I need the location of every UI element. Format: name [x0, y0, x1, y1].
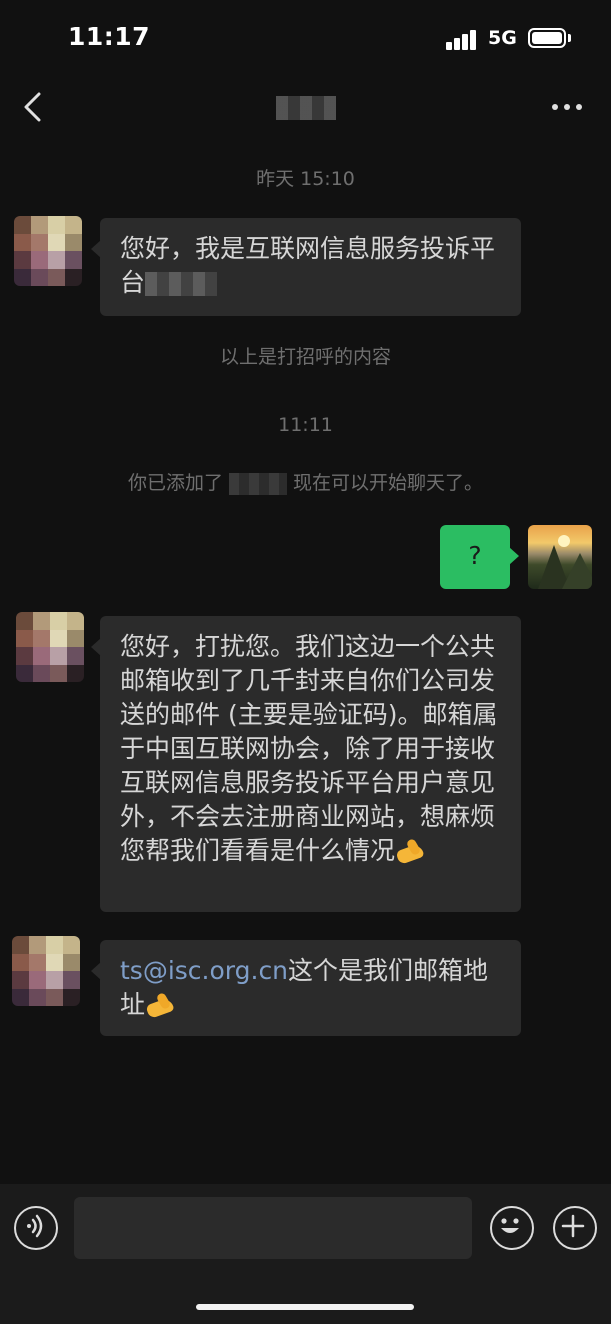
- chat-header: [0, 76, 611, 140]
- redacted-text: [145, 272, 218, 296]
- chevron-left-icon[interactable]: [22, 92, 44, 122]
- added-prefix: 你已添加了: [127, 472, 223, 494]
- ok-hand-emoji-icon: [395, 837, 425, 863]
- system-note: 以上是打招呼的内容: [219, 346, 391, 368]
- contact-avatar[interactable]: [12, 936, 80, 1006]
- input-bar: [0, 1184, 611, 1324]
- plus-icon[interactable]: [553, 1206, 597, 1250]
- system-note-added: 你已添加了 现在可以开始聊天了。: [0, 468, 611, 495]
- battery-tip: [568, 34, 571, 42]
- redacted-name: [229, 472, 287, 495]
- timestamp: 昨天 15:10: [256, 168, 355, 190]
- more-dots-icon[interactable]: [552, 104, 586, 112]
- message-text: 您好，打扰您。我们这边一个公共邮箱收到了几千封来自你们公司发送的邮件 (主要是验…: [120, 632, 498, 865]
- status-time: 11:17: [68, 22, 151, 51]
- status-bar: 11:17 5G: [0, 0, 611, 76]
- home-indicator[interactable]: [196, 1304, 414, 1310]
- ok-hand-emoji-icon: [145, 991, 175, 1017]
- emoji-icon[interactable]: [490, 1206, 534, 1250]
- message-bubble[interactable]: ts@isc.org.cn这个是我们邮箱地址: [91, 940, 521, 1036]
- message-text: ?: [468, 541, 482, 570]
- message-bubble[interactable]: 您好，我是互联网信息服务投诉平台: [91, 218, 521, 316]
- message-input[interactable]: [74, 1197, 472, 1259]
- network-label: 5G: [488, 27, 517, 49]
- battery-icon: [528, 28, 566, 48]
- message-bubble[interactable]: 您好，打扰您。我们这边一个公共邮箱收到了几千封来自你们公司发送的邮件 (主要是验…: [91, 616, 521, 912]
- email-link[interactable]: ts@isc.org.cn: [120, 956, 288, 985]
- timestamp: 11:11: [278, 414, 333, 436]
- contact-avatar[interactable]: [16, 612, 84, 682]
- signal-icon: [446, 28, 480, 50]
- my-avatar[interactable]: [528, 525, 592, 589]
- voice-icon[interactable]: [14, 1206, 58, 1250]
- chat-title-redacted: [276, 96, 336, 120]
- my-message-bubble[interactable]: ?: [440, 525, 519, 589]
- contact-avatar[interactable]: [14, 216, 82, 286]
- added-suffix: 现在可以开始聊天了。: [293, 472, 484, 494]
